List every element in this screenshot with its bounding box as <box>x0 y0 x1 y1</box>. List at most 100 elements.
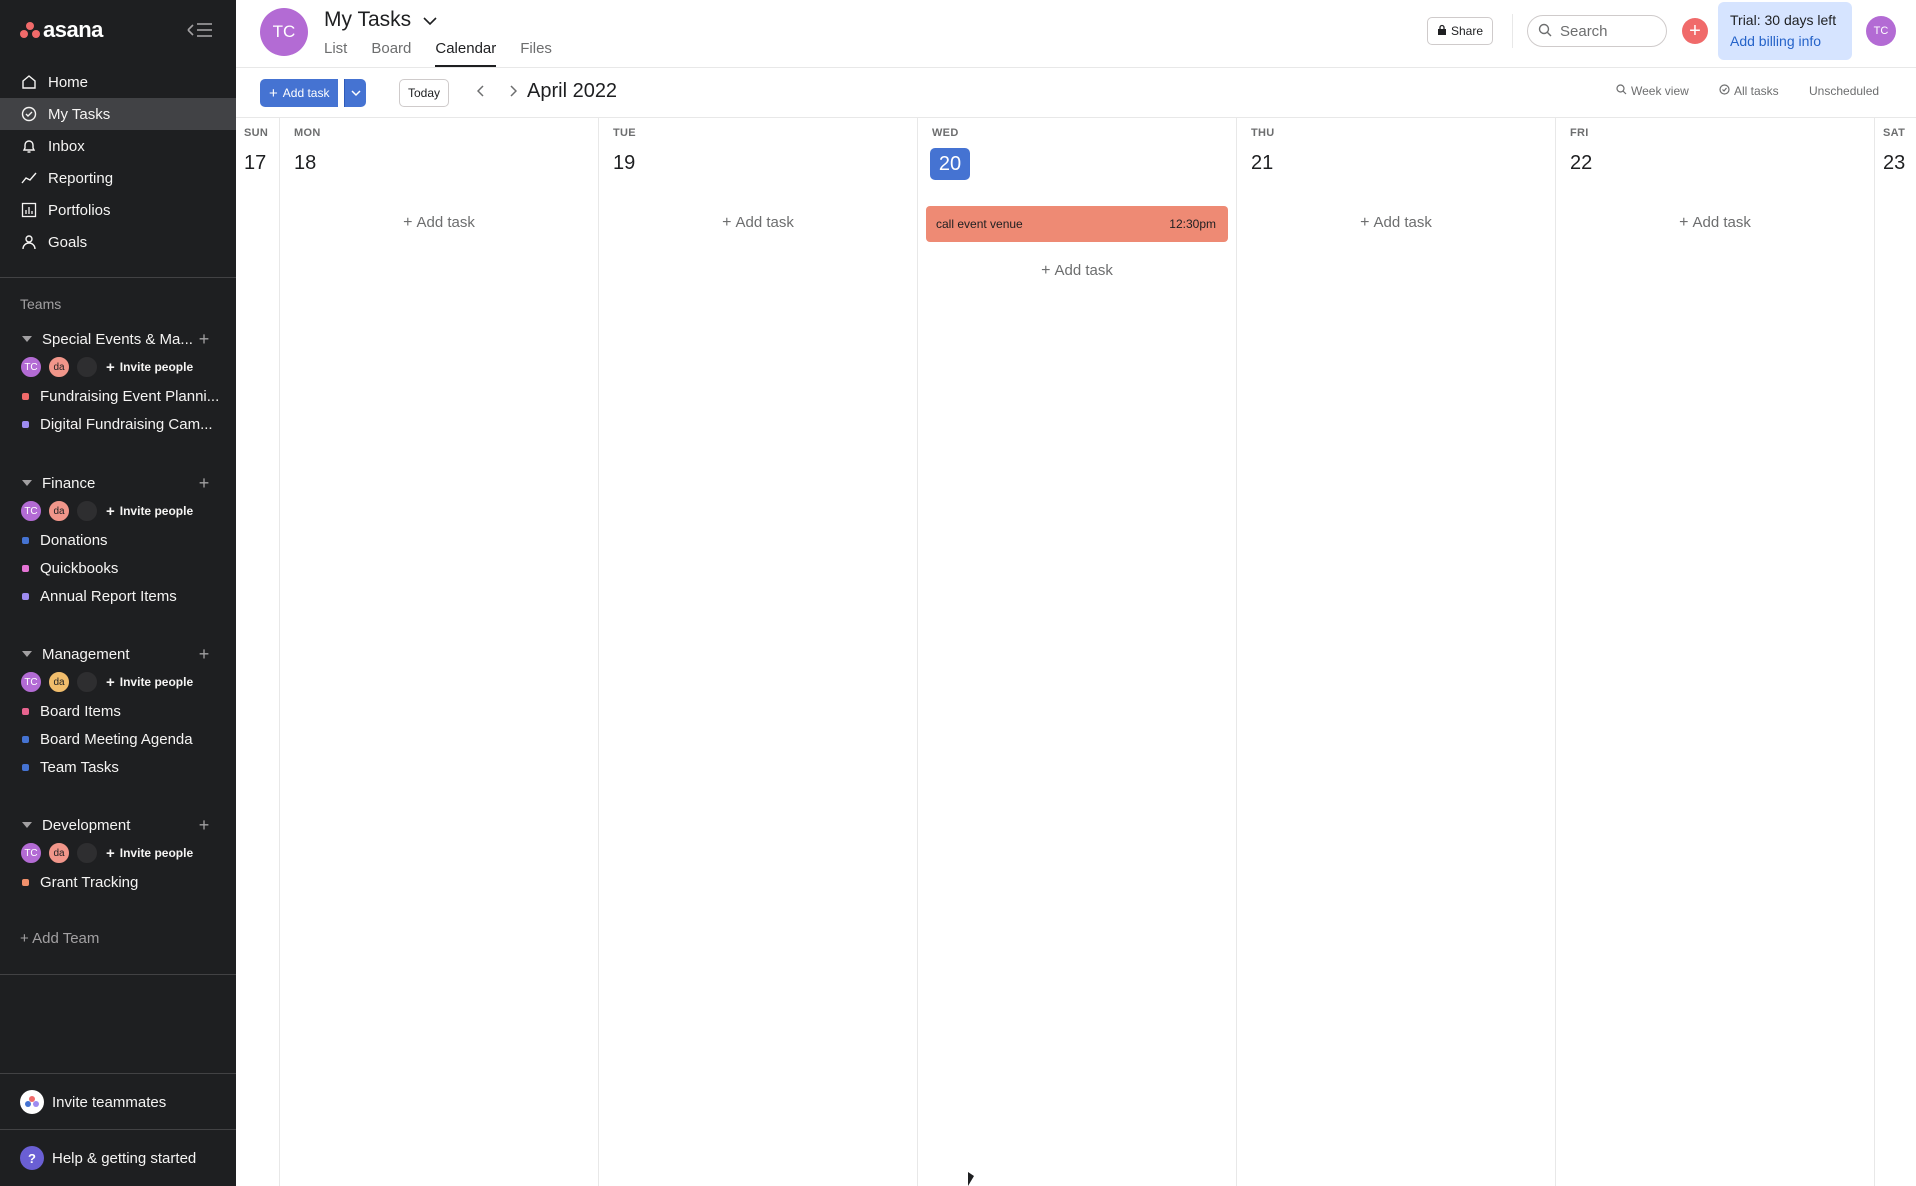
collapse-sidebar-icon[interactable] <box>186 20 214 40</box>
week-view-button[interactable]: Week view <box>1616 84 1689 98</box>
day-column-thu[interactable]: THU 21 + Add task <box>1237 118 1556 1186</box>
add-task-label: Add task <box>1373 214 1432 231</box>
add-task-in-day-button[interactable]: + Add task <box>1556 214 1874 232</box>
add-task-in-day-button[interactable]: + Add task <box>918 262 1236 280</box>
sidebar-item-label: Goals <box>48 233 88 251</box>
day-of-week: MON <box>294 127 321 139</box>
task-title: call event venue <box>936 217 1023 231</box>
invite-people-button[interactable]: + Invite people <box>106 359 193 376</box>
search-box[interactable] <box>1527 15 1667 47</box>
avatar[interactable]: TC <box>20 356 42 378</box>
avatar[interactable]: da <box>48 356 70 378</box>
day-column-mon[interactable]: MON 18 + Add task <box>280 118 599 1186</box>
project-item[interactable]: Digital Fundraising Cam... <box>0 410 236 438</box>
add-task-in-day-button[interactable]: + Add task <box>599 214 917 232</box>
sidebar-item-label: Portfolios <box>48 201 111 219</box>
tab-calendar[interactable]: Calendar <box>435 40 497 67</box>
avatar[interactable] <box>76 500 98 522</box>
team-header[interactable]: Development + <box>0 812 236 838</box>
quick-add-button[interactable]: + <box>1682 18 1708 44</box>
next-week-button[interactable] <box>504 84 522 102</box>
add-project-icon[interactable]: + <box>194 329 214 350</box>
teams-heading: Teams <box>20 296 62 312</box>
project-item[interactable]: Annual Report Items <box>0 582 236 610</box>
plus-icon: + <box>1689 19 1701 42</box>
avatar[interactable]: TC <box>20 671 42 693</box>
day-column-tue[interactable]: TUE 19 + Add task <box>599 118 918 1186</box>
sidebar-item-inbox[interactable]: Inbox <box>0 130 236 162</box>
day-of-week: SAT <box>1883 127 1906 139</box>
sidebar-item-home[interactable]: Home <box>0 66 236 98</box>
avatar[interactable] <box>76 356 98 378</box>
team-header[interactable]: Management + <box>0 641 236 667</box>
sidebar-item-reporting[interactable]: Reporting <box>0 162 236 194</box>
avatar[interactable]: TC <box>20 500 42 522</box>
team-header[interactable]: Special Events & Ma... + <box>0 326 236 352</box>
avatar[interactable]: da <box>48 842 70 864</box>
add-billing-link[interactable]: Add billing info <box>1730 33 1840 49</box>
sidebar-item-portfolios[interactable]: Portfolios <box>0 194 236 226</box>
share-button[interactable]: Share <box>1427 17 1494 45</box>
page-title-menu[interactable]: My Tasks <box>324 8 437 32</box>
avatar[interactable]: da <box>48 671 70 693</box>
search-input[interactable] <box>1560 22 1660 40</box>
asana-logo[interactable]: asana <box>20 17 103 42</box>
calendar-grid: SUN 17 MON 18 + Add task TUE 19 + Add task… <box>236 118 1916 1186</box>
project-item[interactable]: Team Tasks <box>0 753 236 781</box>
invite-people-button[interactable]: + Invite people <box>106 845 193 862</box>
project-item[interactable]: Fundraising Event Planni... <box>0 382 236 410</box>
avatar[interactable] <box>76 671 98 693</box>
unscheduled-button[interactable]: Unscheduled <box>1809 84 1879 98</box>
add-project-icon[interactable]: + <box>194 644 214 665</box>
add-task-dropdown[interactable] <box>344 79 366 107</box>
today-button[interactable]: Today <box>399 79 450 107</box>
project-name: Quickbooks <box>40 559 119 577</box>
team-development: Development + TC da + Invite people Grant… <box>0 812 236 896</box>
project-item[interactable]: Grant Tracking <box>0 868 236 896</box>
project-item[interactable]: Board Items <box>0 697 236 725</box>
current-month: April 2022 <box>527 80 618 102</box>
sidebar-item-label: Inbox <box>48 137 85 155</box>
invite-people-button[interactable]: + Invite people <box>106 674 193 691</box>
project-name: Grant Tracking <box>40 873 139 891</box>
header-divider <box>1512 14 1513 48</box>
sidebar-item-goals[interactable]: Goals <box>0 226 236 258</box>
team-header[interactable]: Finance + <box>0 470 236 496</box>
task-event[interactable]: call event venue 12:30pm <box>926 206 1228 242</box>
chevron-down-icon <box>423 8 437 32</box>
project-item[interactable]: Board Meeting Agenda <box>0 725 236 753</box>
avatar[interactable]: da <box>48 500 70 522</box>
project-name: Annual Report Items <box>40 587 177 605</box>
invite-label: Invite people <box>119 675 194 689</box>
tab-list[interactable]: List <box>324 40 347 67</box>
user-avatar[interactable]: TC <box>1866 16 1896 46</box>
project-item[interactable]: Donations <box>0 526 236 554</box>
trial-banner[interactable]: Trial: 30 days left Add billing info <box>1718 2 1852 60</box>
avatar[interactable] <box>76 842 98 864</box>
chevron-left-icon <box>476 84 485 102</box>
bar-chart-icon <box>20 201 38 219</box>
add-team-button[interactable]: + Add Team <box>20 930 99 947</box>
day-column-sun: SUN 17 <box>236 118 280 1186</box>
add-project-icon[interactable]: + <box>194 815 214 836</box>
caret-down-icon <box>22 651 32 657</box>
add-task-in-day-button[interactable]: + Add task <box>1237 214 1555 232</box>
add-task-in-day-button[interactable]: + Add task <box>280 214 598 232</box>
previous-week-button[interactable] <box>472 84 490 102</box>
add-project-icon[interactable]: + <box>194 473 214 494</box>
day-column-fri[interactable]: FRI 22 + Add task <box>1556 118 1875 1186</box>
add-task-button[interactable]: + Add task <box>260 79 339 107</box>
day-column-wed[interactable]: WED 20 call event venue 12:30pm + Add tas… <box>918 118 1237 1186</box>
sidebar-nav: Home My Tasks Inbox Reporting Portfolios… <box>0 66 236 258</box>
sidebar-item-my-tasks[interactable]: My Tasks <box>0 98 236 130</box>
team-name: Special Events & Ma... <box>42 330 193 348</box>
avatar[interactable]: TC <box>20 842 42 864</box>
invite-people-button[interactable]: + Invite people <box>106 503 193 520</box>
help-button[interactable]: ? Help & getting started <box>20 1144 196 1172</box>
all-tasks-filter[interactable]: All tasks <box>1719 84 1779 98</box>
tab-files[interactable]: Files <box>520 40 552 67</box>
project-item[interactable]: Quickbooks <box>0 554 236 582</box>
day-number: 21 <box>1251 152 1274 174</box>
tab-board[interactable]: Board <box>371 40 411 67</box>
invite-teammates-button[interactable]: Invite teammates <box>20 1088 166 1116</box>
